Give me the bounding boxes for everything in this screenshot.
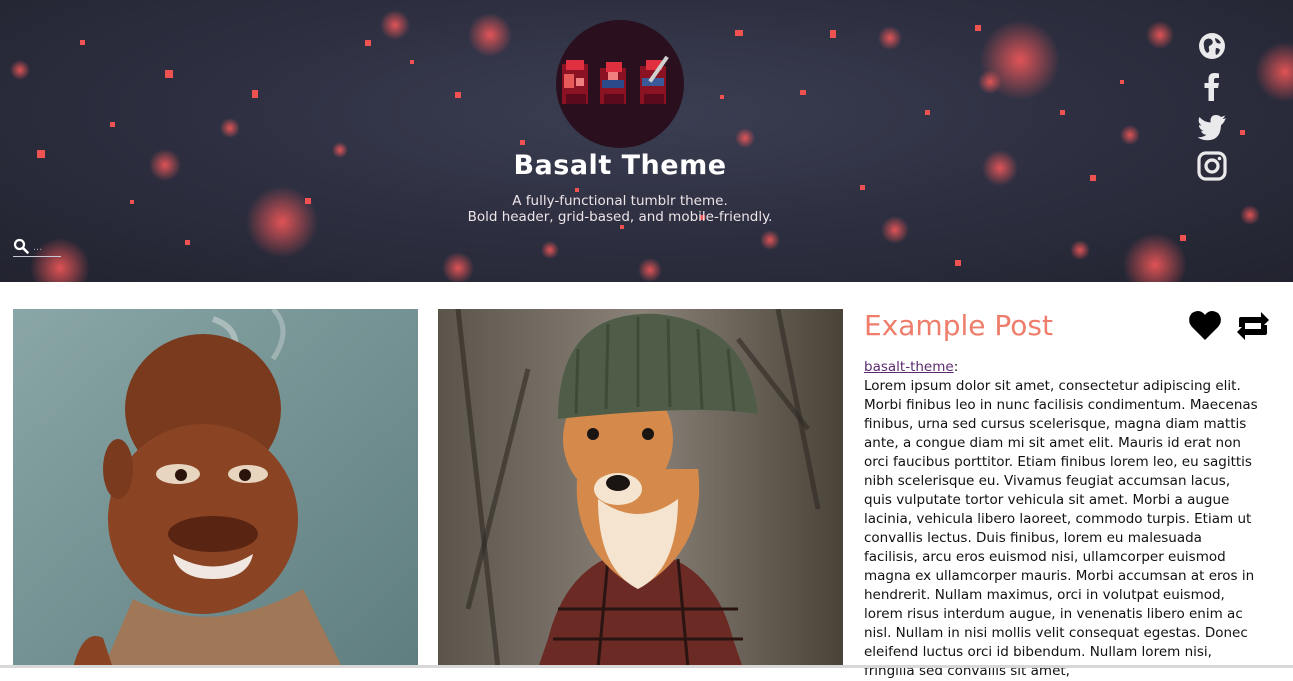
instagram-icon[interactable] [1196,150,1228,182]
reblog-icon[interactable] [1236,310,1270,342]
twitter-icon[interactable] [1196,110,1228,142]
search-input[interactable]: ... [13,236,61,257]
search-icon [13,238,29,254]
facebook-icon[interactable] [1196,70,1228,102]
site-avatar[interactable] [556,20,684,148]
image-post-caricature[interactable] [13,309,418,668]
post-source-link[interactable]: basalt-theme [864,359,954,375]
site-header: Basalt Theme A fully-functional tumblr t… [0,0,1293,282]
post-actions [1188,310,1270,342]
heart-icon[interactable] [1188,310,1222,342]
post-body: basalt-theme: Lorem ipsum dolor sit amet… [864,358,1259,681]
dog-beanie-image [438,309,843,668]
social-links [1196,30,1230,190]
site-description-line-2: Bold header, grid-based, and mobile-frie… [467,209,773,225]
pixel-art-characters [562,55,669,104]
image-post-dog[interactable] [438,309,843,668]
site-title[interactable]: Basalt Theme [0,150,1240,181]
site-description-line-1: A fully-functional tumblr theme. [512,193,728,209]
search-placeholder: ... [33,241,43,253]
globe-icon[interactable] [1196,30,1228,62]
post-source-suffix: : [953,359,959,375]
site-description: A fully-functional tumblr theme. Bold he… [0,193,1240,225]
caricature-image [13,309,418,668]
post-body-text: Lorem ipsum dolor sit amet, consectetur … [864,378,1258,679]
